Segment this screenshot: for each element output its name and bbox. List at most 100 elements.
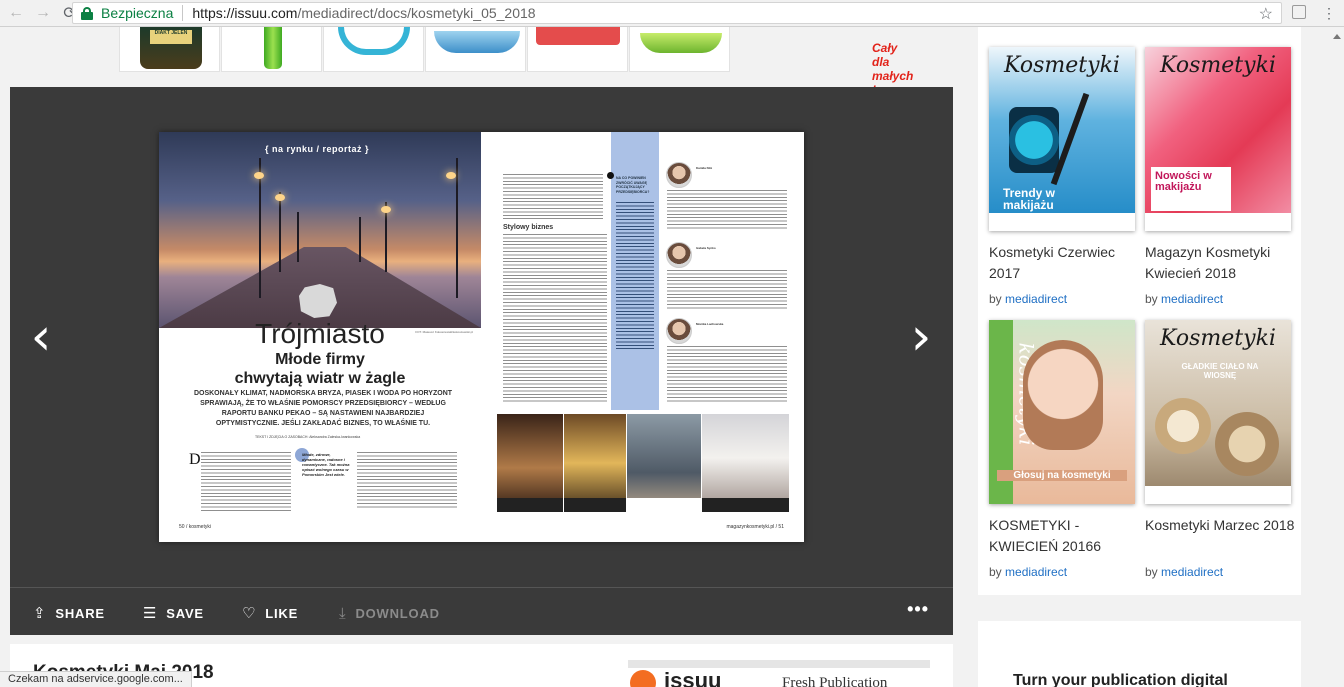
body-text-column xyxy=(503,174,603,220)
previous-page-arrow-icon[interactable]: ‹ xyxy=(26,311,56,363)
download-button[interactable]: ⤓ DOWNLOAD xyxy=(339,604,440,622)
article-subtitle: Młode firmy chwytają wiatr w żagle xyxy=(159,350,481,388)
sidebar-box-title: NA CO POWINIEN ZWRÓCIĆ UWAGĘ POCZĄTKUJĄC… xyxy=(616,176,650,194)
body-text-column xyxy=(503,234,607,402)
ad-product-box[interactable] xyxy=(527,27,628,72)
ad-product-seat[interactable] xyxy=(323,27,424,72)
like-label: LIKE xyxy=(265,605,299,621)
article-subhead: Stylowy biznes xyxy=(503,224,554,231)
folio-right: magazynkosmetyki.pl / 51 xyxy=(726,524,784,530)
publication-cover[interactable]: Kosmetyki Nowości w makijażu xyxy=(1145,47,1291,231)
author-link[interactable]: mediadirect xyxy=(1161,292,1223,306)
ad-product-bottle[interactable] xyxy=(221,27,322,72)
address-bar[interactable]: Bezpieczna https://issuu.com/mediadirect… xyxy=(72,2,1282,24)
share-button[interactable]: ⇪ SHARE xyxy=(33,604,105,622)
publication-author: by mediadirect xyxy=(989,292,1068,306)
expert-text xyxy=(667,190,787,230)
article-lead: DOSKONAŁY KLIMAT, NADMORSKA BRYZA, PIASE… xyxy=(193,390,453,427)
bookmark-star-icon[interactable]: ☆ xyxy=(1259,4,1273,24)
author-link[interactable]: mediadirect xyxy=(1005,565,1067,579)
issuu-promo[interactable]: issuu Fresh Publication xyxy=(628,660,930,687)
issuu-fresh-text: Fresh Publication xyxy=(782,675,888,687)
ad-jar-label: DIAKT JELEŃ xyxy=(150,30,192,44)
author-link[interactable]: mediadirect xyxy=(1161,565,1223,579)
photo-shop-interior xyxy=(497,414,563,512)
document-viewer[interactable]: ‹ › { na rynku / reportaż } FOT. Mateusz… xyxy=(10,87,953,587)
save-button[interactable]: ☰ SAVE xyxy=(143,604,204,622)
publication-author: by mediadirect xyxy=(989,565,1068,579)
status-bar: Czekam na adservice.google.com... xyxy=(0,671,192,687)
article-subtitle-line1: Młode firmy xyxy=(275,351,365,368)
scroll-up-arrow-icon[interactable] xyxy=(1333,34,1341,39)
publication-cover[interactable]: Kosmetyki Trendy w makijażu xyxy=(989,47,1135,231)
photo-products xyxy=(702,414,789,512)
pull-quote: Młode, zdrowe, dynamiczne, radosne i rom… xyxy=(302,452,350,477)
expert-text xyxy=(667,270,787,310)
poland-map-icon xyxy=(299,284,337,318)
publication-cover[interactable]: kosmetyki Głosuj na kosmetyki xyxy=(989,320,1135,504)
save-label: SAVE xyxy=(166,605,204,621)
right-page: Stylowy biznes NA CO POWINIEN ZWRÓCIĆ UW… xyxy=(481,132,804,542)
article-title: Trójmiasto xyxy=(255,318,385,349)
cover-masthead: Kosmetyki xyxy=(1004,53,1120,78)
expert-name: Izabela Sycko xyxy=(696,246,716,250)
photo-salon xyxy=(564,414,626,512)
magazine-spread[interactable]: { na rynku / reportaż } FOT. Mateusz Kok… xyxy=(159,132,804,542)
cover-headline: Nowości w makijażu xyxy=(1155,170,1212,193)
photo-strip xyxy=(497,414,789,512)
publication-title[interactable]: Magazyn Kosmetyki Kwiecień 2018 xyxy=(1145,242,1295,284)
publication-title[interactable]: KOSMETYKI - KWIECIEŃ 20166 xyxy=(989,515,1139,557)
cover-headline: Głosuj na kosmetyki xyxy=(997,470,1127,481)
save-list-icon: ☰ xyxy=(143,604,158,622)
expert-name: Monika Lachowska xyxy=(696,322,724,326)
menu-dots-icon[interactable]: ⋮ xyxy=(1322,5,1336,21)
ad-product-tub[interactable] xyxy=(425,27,526,72)
url-path: /mediadirect/docs/kosmetyki_05_2018 xyxy=(297,5,536,21)
section-rubric: { na rynku / reportaż } xyxy=(265,144,370,154)
viewer-toolbar: ⇪ SHARE ☰ SAVE ♡ LIKE ⤓ DOWNLOAD ••• xyxy=(10,587,953,635)
download-label: DOWNLOAD xyxy=(355,605,440,621)
expert-photo xyxy=(666,162,692,188)
like-button[interactable]: ♡ LIKE xyxy=(242,604,298,622)
related-publications: Kosmetyki Trendy w makijażu Kosmetyki Cz… xyxy=(978,27,1301,595)
address-separator xyxy=(182,5,184,21)
ad-product-green-tub[interactable] xyxy=(629,27,730,72)
ad-banner[interactable]: DIAKT JELEŃ Cały dla małych ! xyxy=(119,27,913,97)
article-subtitle-line2: chwytają wiatr w żagle xyxy=(234,370,406,387)
photo-workshop xyxy=(627,414,701,512)
publication-author: by mediadirect xyxy=(1145,565,1224,579)
publication-title[interactable]: Kosmetyki Marzec 2018 xyxy=(1145,515,1295,536)
secure-label: Bezpieczna xyxy=(101,5,174,21)
body-text-column xyxy=(357,452,457,510)
heart-icon: ♡ xyxy=(242,604,257,622)
cover-headline: Trendy w makijażu xyxy=(1003,186,1056,212)
url-host: https://issuu.com xyxy=(192,5,298,21)
extension-icon[interactable] xyxy=(1292,5,1306,19)
publish-promo-title: Turn your publication digital xyxy=(1013,672,1228,687)
publication-title[interactable]: Kosmetyki Czerwiec 2017 xyxy=(989,242,1139,284)
issuu-wordmark: issuu xyxy=(664,668,722,687)
download-icon: ⤓ xyxy=(339,604,347,622)
publication-cover[interactable]: Kosmetyki GŁADKIE CIAŁO NA WIOSNĘ xyxy=(1145,320,1291,504)
left-page: { na rynku / reportaż } FOT. Mateusz Kok… xyxy=(159,132,481,542)
expert-photo xyxy=(666,318,692,344)
share-label: SHARE xyxy=(55,605,105,621)
expert-name: Kamila Nitz xyxy=(696,166,713,170)
ad-product-jar[interactable]: DIAKT JELEŃ xyxy=(119,27,220,72)
body-text-column xyxy=(201,452,291,512)
forward-arrow-icon[interactable]: → xyxy=(32,2,54,24)
publication-author: by mediadirect xyxy=(1145,292,1224,306)
article-byline: TEKST I ZDJĘCIA O ZASOBACH: Aleksandra Z… xyxy=(255,435,361,439)
expert-text xyxy=(667,346,787,404)
author-link[interactable]: mediadirect xyxy=(1005,292,1067,306)
publish-promo: Turn your publication digital xyxy=(978,621,1301,687)
next-page-arrow-icon[interactable]: › xyxy=(906,311,936,363)
scrollbar[interactable] xyxy=(1329,27,1344,687)
cover-masthead: Kosmetyki xyxy=(1160,326,1276,351)
hero-photo-pier: { na rynku / reportaż } xyxy=(159,132,481,328)
more-options-icon[interactable]: ••• xyxy=(907,599,929,620)
issuu-logo-icon xyxy=(630,670,656,687)
lock-icon xyxy=(81,6,93,20)
browser-toolbar: ← → ⟳ Bezpieczna https://issuu.com/media… xyxy=(0,0,1344,27)
back-arrow-icon[interactable]: ← xyxy=(5,2,27,24)
